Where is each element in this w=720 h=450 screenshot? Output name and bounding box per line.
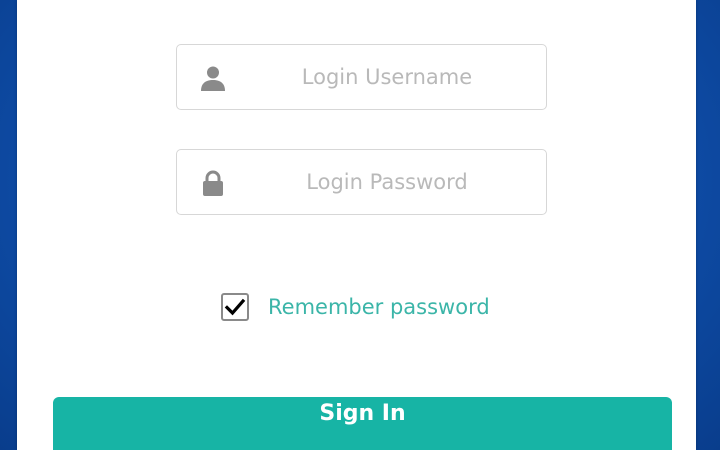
sign-in-button[interactable]: Sign In: [53, 397, 672, 450]
sign-in-label: Sign In: [319, 400, 406, 426]
username-field[interactable]: [176, 44, 547, 110]
login-panel: Remember password Sign In: [17, 0, 696, 450]
password-input[interactable]: [247, 150, 527, 214]
username-input[interactable]: [247, 45, 527, 109]
checkmark-icon: [224, 298, 246, 316]
remember-password-row[interactable]: Remember password: [221, 290, 490, 324]
lock-icon: [199, 169, 227, 197]
remember-password-checkbox[interactable]: [221, 293, 249, 321]
remember-password-label[interactable]: Remember password: [268, 295, 490, 319]
user-icon: [199, 64, 227, 92]
password-field[interactable]: [176, 149, 547, 215]
